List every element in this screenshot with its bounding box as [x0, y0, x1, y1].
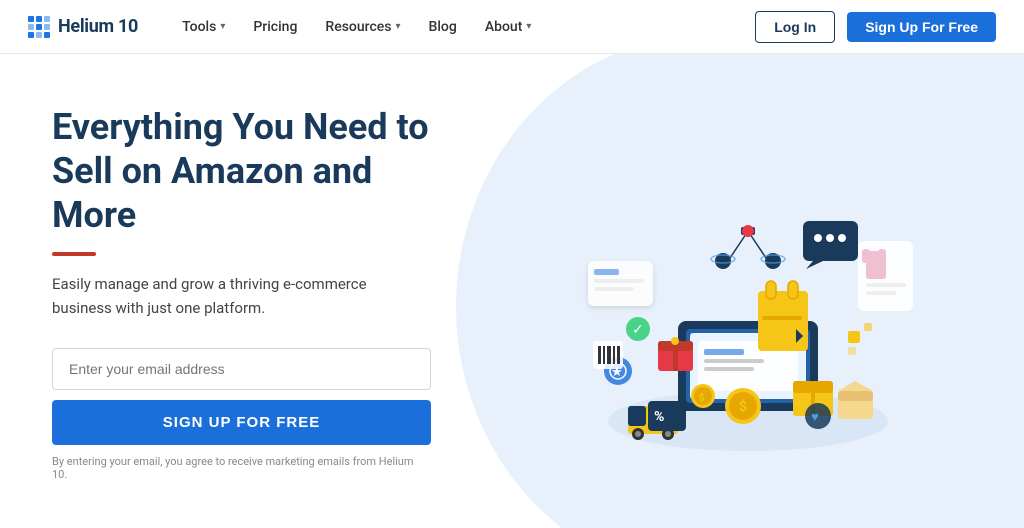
chevron-down-icon: ▾ — [220, 21, 225, 32]
navbar: Helium 10 Tools ▾ Pricing Resources ▾ Bl… — [0, 0, 1024, 54]
nav-about[interactable]: About ▾ — [473, 13, 544, 41]
hero-disclaimer: By entering your email, you agree to rec… — [52, 455, 431, 481]
nav-links: Tools ▾ Pricing Resources ▾ Blog About ▾ — [170, 13, 755, 41]
logo[interactable]: Helium 10 — [28, 16, 138, 38]
email-input[interactable] — [52, 348, 431, 390]
svg-text:♥: ♥ — [811, 410, 819, 425]
hero-illustration: $ $ — [508, 101, 988, 481]
nav-resources[interactable]: Resources ▾ — [313, 13, 412, 41]
logo-text: Helium 10 — [58, 16, 138, 37]
nav-actions: Log In Sign Up For Free — [755, 11, 996, 43]
svg-text:$: $ — [739, 398, 747, 415]
signup-button[interactable]: Sign Up For Free — [847, 12, 996, 42]
login-button[interactable]: Log In — [755, 11, 835, 43]
chevron-down-icon: ▾ — [395, 21, 400, 32]
hero-right: $ $ — [471, 54, 1024, 528]
hero-title: Everything You Need to Sell on Amazon an… — [52, 106, 431, 238]
chevron-down-icon: ▾ — [526, 21, 531, 32]
hero-subtitle: Easily manage and grow a thriving e-comm… — [52, 272, 412, 320]
logo-icon — [28, 16, 50, 38]
hero-left: Everything You Need to Sell on Amazon an… — [0, 54, 471, 481]
hero-signup-button[interactable]: SIGN UP FOR FREE — [52, 400, 431, 445]
nav-pricing[interactable]: Pricing — [241, 13, 309, 41]
hero-divider — [52, 252, 96, 256]
nav-blog[interactable]: Blog — [417, 13, 469, 41]
svg-text:$: $ — [699, 391, 705, 404]
hero-section: Everything You Need to Sell on Amazon an… — [0, 54, 1024, 528]
nav-tools[interactable]: Tools ▾ — [170, 13, 237, 41]
svg-text:✓: ✓ — [632, 322, 644, 338]
svg-text:%: % — [654, 409, 664, 425]
